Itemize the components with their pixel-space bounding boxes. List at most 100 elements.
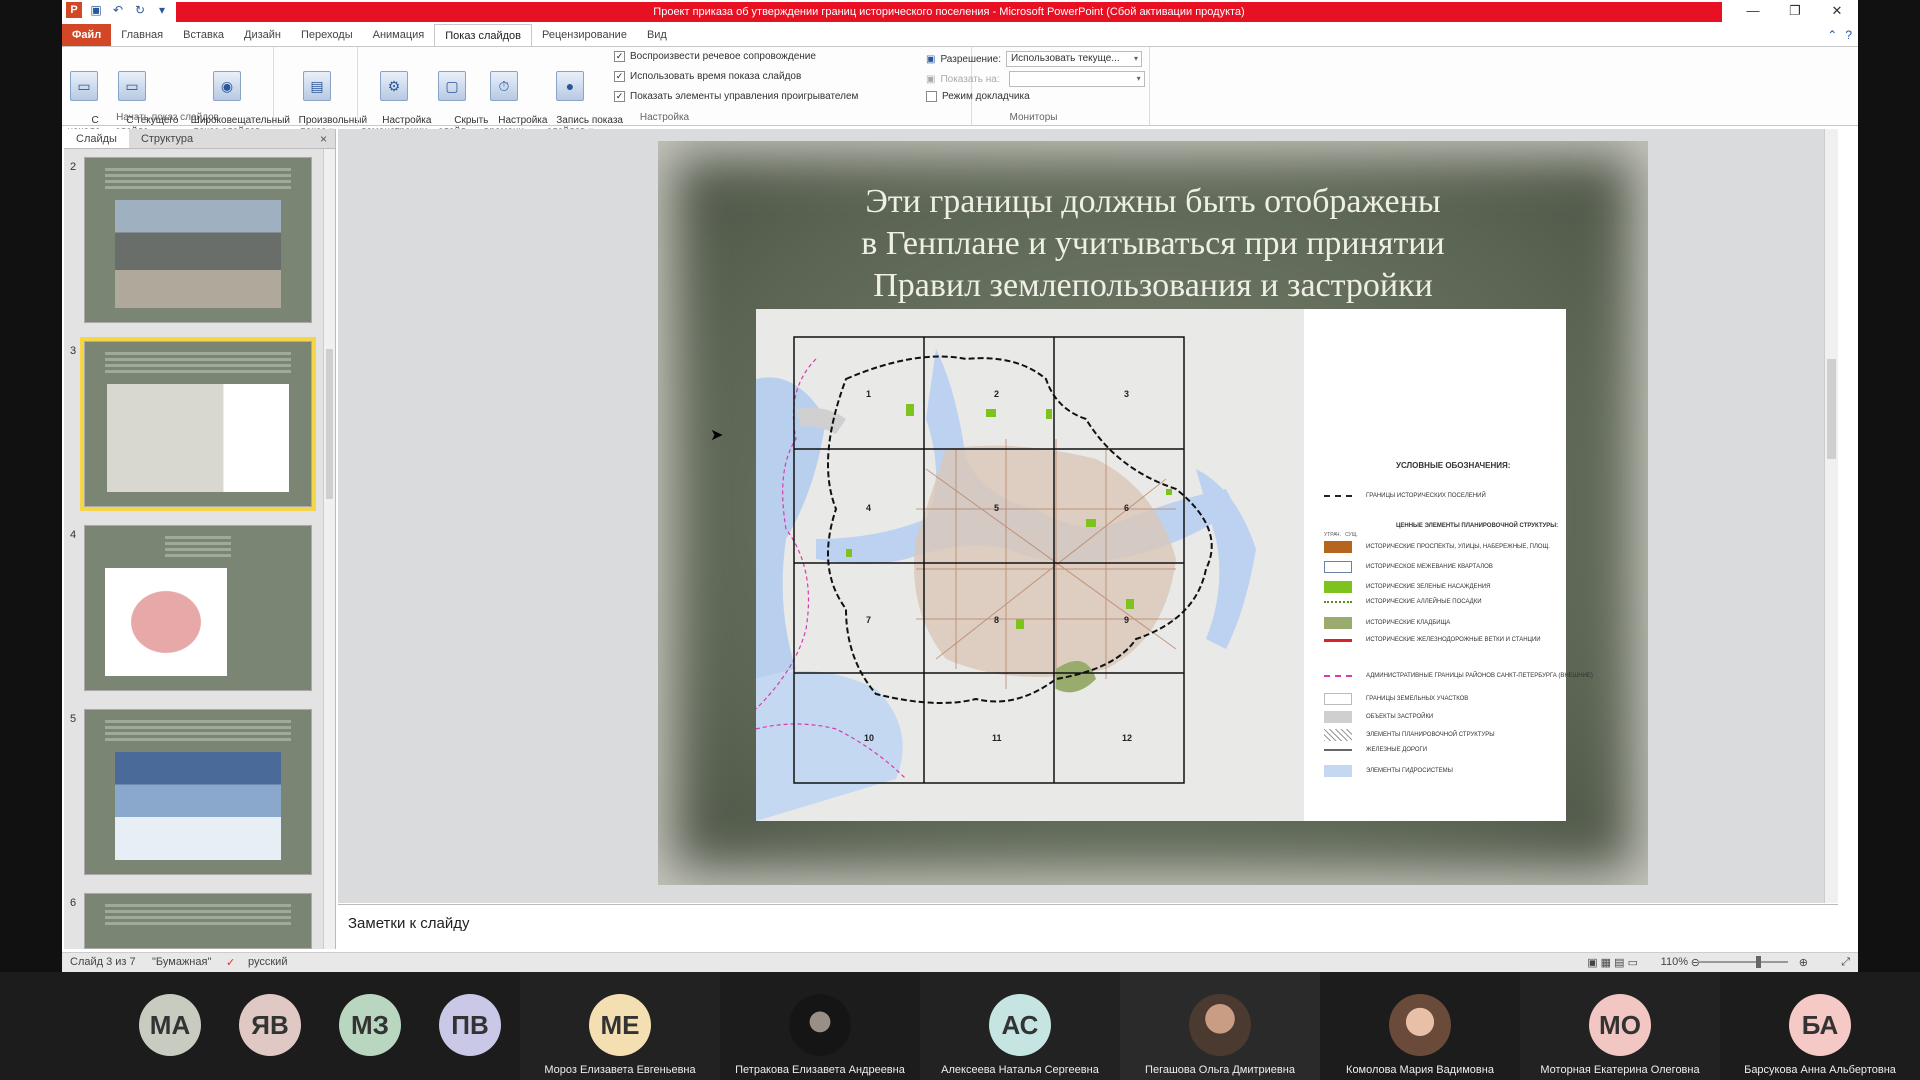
fit-to-window-icon[interactable]: ⤢ [1841, 956, 1850, 969]
slide-picture[interactable]: 1 2 3 4 5 6 7 8 9 10 11 12 УСЛОВНЫЕ ОБОЗ… [756, 309, 1593, 821]
avatar: БА [1789, 994, 1851, 1056]
participant-name: Барсукова Анна Альбертовна [1744, 1064, 1896, 1076]
timer-icon: ⏱ [490, 71, 518, 101]
slide-thumbnail-selected[interactable] [80, 337, 316, 511]
participant-tile[interactable]: ПВ [430, 972, 510, 1080]
participant-tile[interactable]: Петракова Елизавета Андреевна [720, 972, 920, 1080]
tab-view[interactable]: Вид [637, 24, 677, 46]
customize-qat-icon[interactable]: ▾ [154, 2, 170, 18]
tab-design[interactable]: Дизайн [234, 24, 291, 46]
map-cell-label: 2 [994, 389, 1000, 399]
tab-transitions[interactable]: Переходы [291, 24, 363, 46]
normal-view-icon[interactable]: ▣ [1587, 957, 1597, 969]
map-cell-label: 8 [994, 615, 1000, 625]
slide-number: 2 [70, 161, 77, 173]
slide-editing-area: Эти границы должны быть отображены в Ген… [338, 129, 1838, 903]
participant-name: Мороз Елизавета Евгеньевна [544, 1064, 696, 1076]
powerpoint-window: P ▣ ↶ ↻ ▾ Проект приказа об утверждении … [62, 0, 1858, 972]
participant-tile[interactable]: Пегашова Ольга Дмитриевна [1120, 972, 1320, 1080]
play-narrations-checkbox[interactable]: ✓ Воспроизвести речевое сопровождение [614, 51, 816, 62]
participant-tile[interactable]: АС Алексеева Наталья Сергеевна [920, 972, 1120, 1080]
zoom-in-icon[interactable]: ⊕ [1799, 956, 1808, 969]
zoom-level[interactable]: 110% [1661, 956, 1688, 968]
save-icon[interactable]: ▣ [88, 2, 104, 18]
legend-item: ИСТОРИЧЕСКОЕ МЕЖЕВАНИЕ КВАРТАЛОВ [1324, 561, 1493, 573]
ribbon-group-label: Настройка [639, 112, 690, 123]
historical-settlement-map: 1 2 3 4 5 6 7 8 9 10 11 12 [756, 309, 1304, 821]
legend-item: ЭЛЕМЕНТЫ ГИДРОСИСТЕМЫ [1324, 765, 1453, 777]
restore-icon[interactable]: ❐ [1774, 0, 1816, 22]
tab-outline[interactable]: Структура [129, 129, 205, 148]
language-indicator[interactable]: русский [248, 956, 287, 968]
slideshow-view-icon[interactable]: ▭ [1628, 957, 1638, 969]
show-on-dropdown[interactable]: ▾ [1008, 71, 1145, 87]
avatar: МЗ [339, 994, 401, 1056]
map-cell-label: 7 [866, 615, 872, 625]
tab-file[interactable]: Файл [62, 24, 112, 46]
presenter-view-checkbox[interactable]: Режим докладчика [926, 91, 1030, 102]
slide-title[interactable]: Эти границы должны быть отображены в Ген… [718, 181, 1588, 307]
legend-column-heads: УТРАЧ. СУЩ. [1324, 532, 1358, 538]
powerpoint-logo-icon[interactable]: P [66, 2, 82, 18]
slide-thumbnail[interactable] [84, 157, 312, 323]
participant-tile[interactable]: ЯВ [230, 972, 310, 1080]
theme-name: "Бумажная" [152, 956, 212, 968]
sorter-view-icon[interactable]: ▦ [1601, 957, 1611, 969]
window-controls: — ❐ ✕ [1732, 0, 1858, 22]
tab-insert[interactable]: Вставка [173, 24, 234, 46]
map-cell-label: 10 [864, 733, 875, 743]
tab-slides[interactable]: Слайды [64, 129, 129, 148]
monitor-icon: ▣ [926, 73, 936, 85]
ribbon-right-controls: ⌃ ? [1827, 28, 1852, 42]
help-icon[interactable]: ? [1845, 28, 1852, 42]
close-icon[interactable]: ✕ [1816, 0, 1858, 22]
chevron-down-icon: ▾ [1133, 54, 1138, 63]
participant-name: Пегашова Ольга Дмитриевна [1145, 1064, 1295, 1076]
reading-view-icon[interactable]: ▤ [1614, 957, 1624, 969]
map-cell-label: 1 [866, 389, 872, 399]
slide-thumbnail[interactable] [84, 893, 312, 949]
map-cell-label: 9 [1124, 615, 1130, 625]
slide[interactable]: Эти границы должны быть отображены в Ген… [658, 141, 1648, 885]
collapse-ribbon-icon[interactable]: ⌃ [1827, 28, 1837, 42]
close-pane-icon[interactable]: × [320, 132, 327, 146]
slides-pane-scrollbar[interactable] [323, 149, 335, 949]
slide-number: 5 [70, 713, 77, 725]
show-media-controls-checkbox[interactable]: ✓ Показать элементы управления проигрыва… [614, 91, 858, 102]
map-cell-label: 6 [1124, 503, 1130, 513]
spellcheck-icon[interactable]: ✓ [226, 956, 235, 969]
slide-area-scrollbar[interactable] [1824, 129, 1838, 903]
redo-icon[interactable]: ↻ [132, 2, 148, 18]
map-graphic [756, 336, 1256, 821]
tab-review[interactable]: Рецензирование [532, 24, 637, 46]
view-buttons: ▣ ▦ ▤ ▭ [1587, 956, 1638, 969]
undo-icon[interactable]: ↶ [110, 2, 126, 18]
participant-tile[interactable]: МА [130, 972, 210, 1080]
legend-item: ИСТОРИЧЕСКИЕ АЛЛЕЙНЫЕ ПОСАДКИ [1324, 599, 1482, 605]
legend-item: ЖЕЛЕЗНЫЕ ДОРОГИ [1324, 747, 1427, 753]
minimize-icon[interactable]: — [1732, 0, 1774, 22]
participant-name: Комолова Мария Вадимовна [1346, 1064, 1494, 1076]
map-cell-label: 5 [994, 503, 1000, 513]
slide-notes[interactable]: Заметки к слайду [338, 904, 1838, 950]
tab-slide-show[interactable]: Показ слайдов [434, 24, 532, 46]
pane-tabs: Слайды Структура [64, 129, 335, 149]
tab-animations[interactable]: Анимация [363, 24, 435, 46]
zoom-slider[interactable] [1698, 956, 1788, 968]
map-legend: УСЛОВНЫЕ ОБОЗНАЧЕНИЯ: ГРАНИЦЫ ИСТОРИЧЕСК… [1304, 309, 1593, 821]
participant-tile[interactable]: Комолова Мария Вадимовна [1320, 972, 1520, 1080]
use-timings-checkbox[interactable]: ✓ Использовать время показа слайдов [614, 71, 801, 82]
participant-tile[interactable]: БА Барсукова Анна Альбертовна [1720, 972, 1920, 1080]
participant-tile[interactable]: МЕ Мороз Елизавета Евгеньевна [520, 972, 720, 1080]
participant-tile[interactable]: МЗ [330, 972, 410, 1080]
ribbon-group-label: Мониторы [1009, 112, 1058, 123]
slide-thumbnail[interactable] [84, 709, 312, 875]
status-bar: Слайд 3 из 7 "Бумажная" ✓ русский ▣ ▦ ▤ … [62, 952, 1858, 972]
participant-tile[interactable]: МО Моторная Екатерина Олеговна [1520, 972, 1720, 1080]
setup-show-icon: ⚙ [380, 71, 408, 101]
slide-thumbnail[interactable] [84, 525, 312, 691]
resolution-dropdown[interactable]: Использовать текуще... ▾ [1005, 51, 1142, 67]
notes-placeholder: Заметки к слайду [348, 915, 470, 932]
legend-item: ГРАНИЦЫ ЗЕМЕЛЬНЫХ УЧАСТКОВ [1324, 693, 1468, 705]
tab-home[interactable]: Главная [111, 24, 173, 46]
